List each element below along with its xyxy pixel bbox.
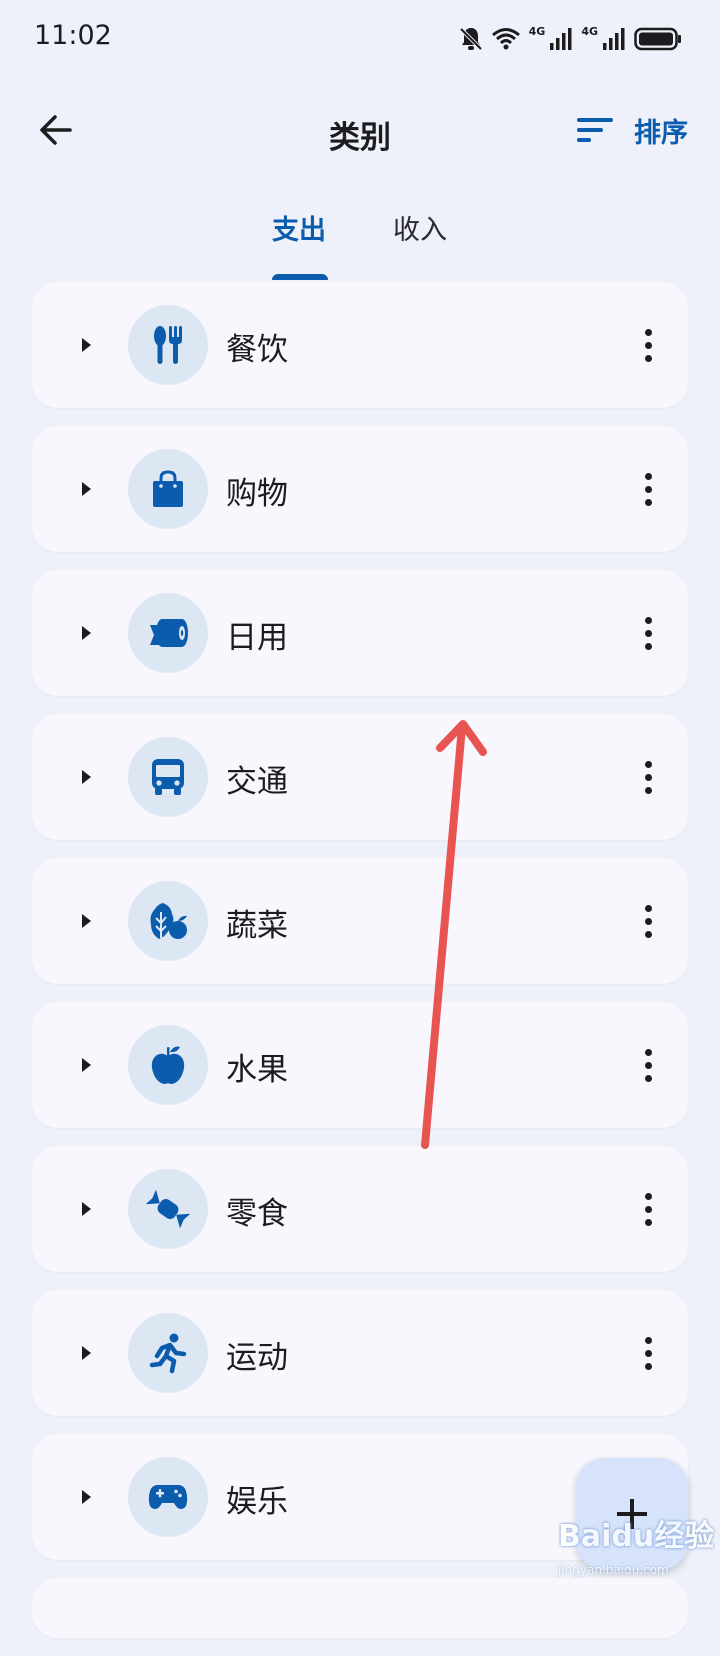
tab-indicator bbox=[272, 274, 328, 280]
expand-caret-icon[interactable] bbox=[82, 626, 91, 640]
vegetable-icon bbox=[150, 903, 187, 939]
category-label: 餐饮 bbox=[226, 332, 288, 368]
bell-off-icon bbox=[459, 27, 483, 51]
wifi-icon bbox=[491, 28, 520, 50]
toilet-paper-icon bbox=[150, 619, 188, 647]
expand-caret-icon[interactable] bbox=[82, 1202, 91, 1216]
status-icons: 4G 4G bbox=[459, 24, 682, 54]
shopping-bag-icon bbox=[153, 470, 183, 507]
more-options-icon[interactable] bbox=[630, 1184, 666, 1234]
category-label: 日用 bbox=[226, 620, 288, 656]
app-bar: 类别 排序 bbox=[0, 90, 720, 170]
status-bar: 11:02 4G 4G bbox=[0, 0, 720, 80]
category-label: 零食 bbox=[226, 1196, 288, 1232]
watermark-text: Baidu经验 bbox=[558, 1519, 715, 1554]
tab-income[interactable]: 收入 bbox=[393, 208, 447, 247]
category-label: 娱乐 bbox=[226, 1484, 288, 1520]
signal-icon bbox=[550, 28, 572, 50]
gamepad-icon bbox=[148, 1485, 188, 1509]
category-icon-circle bbox=[128, 881, 208, 961]
category-label: 水果 bbox=[226, 1052, 288, 1088]
category-icon-circle bbox=[128, 305, 208, 385]
utensils-icon bbox=[154, 326, 182, 364]
expand-caret-icon[interactable] bbox=[82, 1346, 91, 1360]
category-row-shopping[interactable]: 购物 bbox=[32, 426, 688, 552]
candy-icon bbox=[146, 1189, 190, 1229]
expand-caret-icon[interactable] bbox=[82, 770, 91, 784]
network-type-label: 4G bbox=[581, 24, 598, 38]
category-row-fruit[interactable]: 水果 bbox=[32, 1002, 688, 1128]
category-icon-circle bbox=[128, 1313, 208, 1393]
category-row-transport[interactable]: 交通 bbox=[32, 714, 688, 840]
category-icon-circle bbox=[128, 593, 208, 673]
status-time: 11:02 bbox=[34, 20, 112, 51]
network-type-label: 4G bbox=[528, 24, 546, 38]
running-icon bbox=[149, 1333, 187, 1374]
expand-caret-icon[interactable] bbox=[82, 482, 91, 496]
bus-icon bbox=[152, 759, 184, 795]
category-icon-circle bbox=[128, 1457, 208, 1537]
category-icon-circle bbox=[128, 1025, 208, 1105]
sort-label: 排序 bbox=[634, 117, 688, 149]
expand-caret-icon[interactable] bbox=[82, 1058, 91, 1072]
category-row-dining[interactable]: 餐饮 bbox=[32, 282, 688, 408]
sort-button[interactable]: 排序 bbox=[576, 106, 688, 154]
more-options-icon[interactable] bbox=[630, 464, 666, 514]
more-options-icon[interactable] bbox=[630, 752, 666, 802]
category-label: 交通 bbox=[226, 764, 288, 800]
expand-caret-icon[interactable] bbox=[82, 1490, 91, 1504]
tab-expense[interactable]: 支出 bbox=[272, 208, 326, 247]
signal-icon bbox=[603, 28, 625, 50]
watermark: Baidu经验 jingyan.baidu.com bbox=[550, 1505, 715, 1590]
more-options-icon[interactable] bbox=[630, 608, 666, 658]
apple-icon bbox=[151, 1046, 185, 1084]
more-options-icon[interactable] bbox=[630, 1328, 666, 1378]
category-label: 运动 bbox=[226, 1340, 288, 1376]
category-row-daily-use[interactable]: 日用 bbox=[32, 570, 688, 696]
battery-icon bbox=[634, 27, 681, 51]
category-label: 蔬菜 bbox=[226, 908, 288, 944]
category-icon-circle bbox=[128, 1169, 208, 1249]
more-options-icon[interactable] bbox=[630, 320, 666, 370]
category-row-snacks[interactable]: 零食 bbox=[32, 1146, 688, 1272]
category-icon-circle bbox=[128, 449, 208, 529]
more-options-icon[interactable] bbox=[630, 896, 666, 946]
expand-caret-icon[interactable] bbox=[82, 914, 91, 928]
category-list: 餐饮 购物 日用 交通 蔬菜 水果 零食 运动 娱乐 bbox=[32, 282, 688, 1656]
watermark-subtext: jingyan.baidu.com bbox=[558, 1563, 669, 1577]
expand-caret-icon[interactable] bbox=[82, 338, 91, 352]
sort-icon bbox=[577, 118, 613, 142]
category-label: 购物 bbox=[226, 476, 288, 512]
more-options-icon[interactable] bbox=[630, 1040, 666, 1090]
category-row-sports[interactable]: 运动 bbox=[32, 1290, 688, 1416]
category-icon-circle bbox=[128, 737, 208, 817]
category-tabs: 支出 收入 bbox=[0, 190, 720, 280]
category-row-vegetables[interactable]: 蔬菜 bbox=[32, 858, 688, 984]
